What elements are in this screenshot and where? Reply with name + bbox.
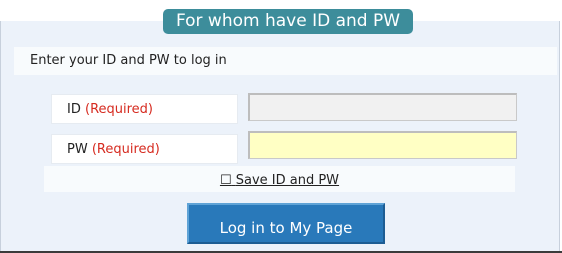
id-required-text: (Required)	[85, 102, 154, 117]
save-credentials-bar: ☐ Save ID and PW	[44, 166, 515, 192]
intro-text: Enter your ID and PW to log in	[14, 47, 557, 75]
id-input[interactable]	[248, 93, 517, 121]
save-credentials-toggle[interactable]: ☐ Save ID and PW	[220, 173, 339, 188]
id-label-text: ID	[67, 102, 81, 117]
login-button[interactable]: Log in to My Page	[187, 203, 385, 244]
pw-required-text: (Required)	[91, 142, 160, 157]
pw-label-text: PW	[67, 142, 88, 157]
panel-title: For whom have ID and PW	[163, 9, 413, 34]
id-label: ID (Required)	[51, 94, 238, 124]
save-credentials-label[interactable]: Save ID and PW	[236, 173, 339, 188]
pw-label: PW (Required)	[51, 134, 238, 164]
pw-input[interactable]	[248, 131, 517, 159]
checkbox-icon[interactable]: ☐	[220, 173, 232, 188]
